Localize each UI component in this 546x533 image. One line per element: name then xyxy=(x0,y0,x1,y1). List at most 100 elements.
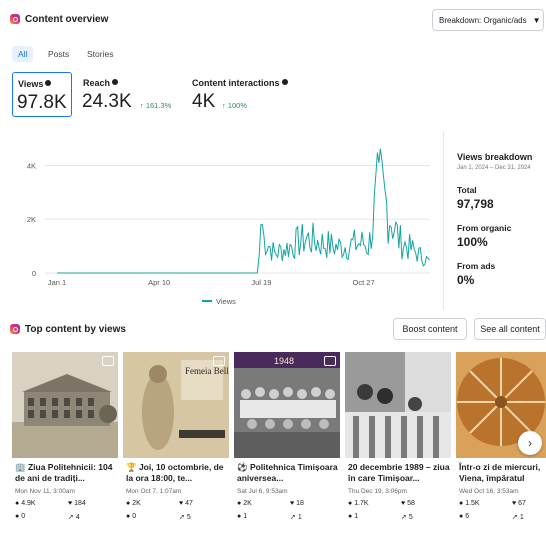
metric-change: ↑ 161.3% xyxy=(140,101,172,110)
metric-label: Views xyxy=(18,79,52,89)
metric-label: Content interactions xyxy=(192,78,288,88)
likes-stat: ♥ 47 xyxy=(179,500,193,507)
breakdown-title: Views breakdown xyxy=(457,152,533,162)
content-card[interactable]: Femeia Belle 🏆 Joi, 10 octombrie, de la … xyxy=(123,352,229,532)
top-content-title: Top content by views xyxy=(25,324,126,335)
post-date: Mon Oct 7, 1:07am xyxy=(126,488,182,495)
post-title: ⚽ Politehnica Timișoara aniversea... xyxy=(237,462,338,483)
share-icon: ➚ xyxy=(401,514,407,521)
info-icon xyxy=(281,79,288,85)
comment-icon: ● xyxy=(126,513,131,520)
comment-icon: ● xyxy=(459,513,464,520)
post-title: 🏢 Ziua Politehnicii: 104 de ani de tradi… xyxy=(15,462,113,483)
divider xyxy=(443,132,444,310)
eye-icon: ● xyxy=(348,500,353,507)
post-date: Wed Oct 16, 3:53am xyxy=(459,488,519,495)
see-all-content-button[interactable]: See all content xyxy=(474,318,546,340)
breakdown-dropdown[interactable]: Breakdown: Organic/ads ▼ xyxy=(432,9,544,31)
tab-posts[interactable]: Posts xyxy=(48,46,69,62)
camera-icon xyxy=(324,356,336,366)
eye-icon: ● xyxy=(15,500,20,507)
organic-label: From organic xyxy=(457,223,512,233)
heart-icon: ♥ xyxy=(290,500,295,507)
breakdown-date: Jan 1, 2024 – Dec 31, 2024 xyxy=(457,165,531,171)
content-card[interactable]: 20 decembrie 1989 – ziua în care Timișoa… xyxy=(345,352,451,532)
comment-icon: ● xyxy=(348,513,353,520)
breakdown-label: Breakdown: Organic/ads xyxy=(439,15,527,25)
post-thumbnail: 1948 xyxy=(234,352,340,458)
shares-stat: ➚ 1 xyxy=(290,514,302,521)
balcony-photo-illustration xyxy=(345,352,451,458)
post-date: Mon Nov 11, 3:00am xyxy=(15,488,75,495)
comments-stat: ● 0 xyxy=(15,513,26,520)
legend-label: Views xyxy=(216,297,236,306)
views-series-line xyxy=(57,148,430,274)
eye-icon: ● xyxy=(126,500,131,507)
views-breakdown-panel: Views breakdown Jan 1, 2024 – Dec 31, 20… xyxy=(457,152,546,287)
metric-change: ↑ 100% xyxy=(222,101,248,110)
share-icon: ➚ xyxy=(512,514,518,521)
shares-stat: ➚ 5 xyxy=(401,514,413,521)
post-title: 20 decembrie 1989 – ziua în care Timișoa… xyxy=(348,462,450,483)
photo-year: 1948 xyxy=(274,356,294,366)
views-stat: ● 1.5K xyxy=(459,500,480,507)
metric-views[interactable]: Views 97.8K xyxy=(12,72,72,117)
tab-stories[interactable]: Stories xyxy=(87,46,113,62)
metric-interactions[interactable]: Content interactions 4K ↑ 100% xyxy=(192,72,302,117)
camera-icon xyxy=(213,356,225,366)
info-icon xyxy=(112,79,119,85)
views-chart: 4K 2K 0 Jan 1 Apr 10 Jul 19 Oct 27 Views xyxy=(27,148,430,306)
total-label: Total xyxy=(457,185,477,195)
likes-stat: ♥ 58 xyxy=(401,500,415,507)
boost-content-button[interactable]: Boost content xyxy=(393,318,467,340)
instagram-icon xyxy=(10,14,20,24)
total-value: 97,798 xyxy=(457,197,494,211)
metric-value: 4K xyxy=(192,91,216,112)
views-stat: ● 4.9K xyxy=(15,500,36,507)
post-thumbnail xyxy=(345,352,451,458)
eye-icon: ● xyxy=(237,500,242,507)
comments-stat: ● 0 xyxy=(126,513,137,520)
x-tick-label: Oct 27 xyxy=(353,278,375,287)
comments-stat: ● 6 xyxy=(459,513,470,520)
team-photo-illustration: 1948 xyxy=(234,352,340,458)
share-icon: ➚ xyxy=(290,514,296,521)
shares-stat: ➚ 1 xyxy=(512,514,524,521)
post-date: Thu Dec 19, 3:06pm xyxy=(348,488,407,495)
caret-down-icon: ▼ xyxy=(532,15,541,25)
tab-all[interactable]: All xyxy=(12,46,34,62)
ads-value: 0% xyxy=(457,273,475,287)
post-title: 🏆 Joi, 10 octombrie, de la ora 18:00, te… xyxy=(126,462,224,483)
info-icon xyxy=(45,80,52,86)
views-stat: ● 2K xyxy=(237,500,252,507)
y-tick-label: 2K xyxy=(27,215,36,224)
poster-illustration: Femeia Belle xyxy=(123,352,229,458)
poster-title: Femeia Belle xyxy=(185,366,229,376)
y-tick-label: 0 xyxy=(32,269,36,278)
comment-icon: ● xyxy=(15,513,20,520)
page-title: Content overview xyxy=(25,14,109,25)
post-thumbnail xyxy=(12,352,118,458)
organic-value: 100% xyxy=(457,235,488,249)
comments-stat: ● 1 xyxy=(237,513,248,520)
metric-value: 97.8K xyxy=(17,92,67,113)
metric-value: 24.3K xyxy=(82,91,132,112)
ads-label: From ads xyxy=(457,261,496,271)
next-arrow-button[interactable]: › xyxy=(518,431,542,455)
x-tick-label: Apr 10 xyxy=(148,278,170,287)
heart-icon: ♥ xyxy=(68,500,73,507)
metric-reach[interactable]: Reach 24.3K ↑ 161.3% xyxy=(82,72,182,117)
instagram-icon xyxy=(10,324,20,334)
heart-icon: ♥ xyxy=(401,500,406,507)
x-tick-label: Jan 1 xyxy=(48,278,66,287)
x-tick-label: Jul 19 xyxy=(251,278,271,287)
content-card[interactable]: › Într-o zi de miercuri, Viena, împăratu… xyxy=(456,352,546,532)
content-card[interactable]: 🏢 Ziua Politehnicii: 104 de ani de tradi… xyxy=(12,352,118,532)
building-illustration xyxy=(12,352,118,458)
y-tick-label: 4K xyxy=(27,161,36,170)
likes-stat: ♥ 67 xyxy=(512,500,526,507)
eye-icon: ● xyxy=(459,500,464,507)
metric-label: Reach xyxy=(83,78,119,88)
content-card[interactable]: 1948 ⚽ Politehnica Timișoara aniversea..… xyxy=(234,352,340,532)
camera-icon xyxy=(102,356,114,366)
